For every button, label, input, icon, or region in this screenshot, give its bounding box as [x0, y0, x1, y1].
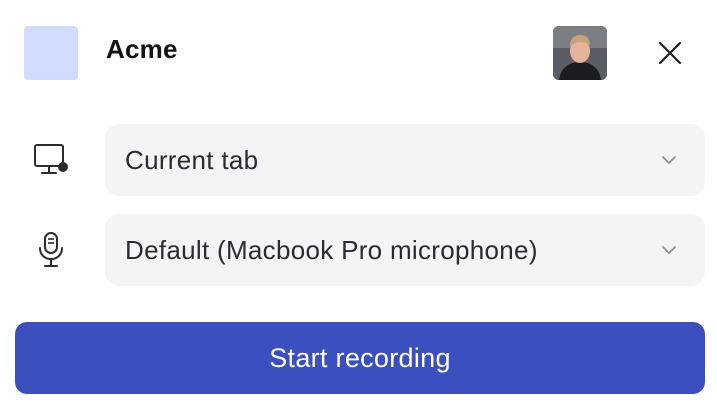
source-row: Current tab — [0, 124, 717, 196]
panel-header: Acme — [0, 0, 717, 104]
source-selected-value: Current tab — [125, 144, 259, 175]
chevron-down-icon — [662, 246, 676, 254]
brand-name: Acme — [106, 34, 178, 64]
recording-panel: Acme Current tab Default (Macbook Pro mi… — [0, 0, 717, 407]
monitor-icon — [28, 137, 74, 183]
avatar[interactable] — [553, 26, 607, 80]
microphone-selected-value: Default (Macbook Pro microphone) — [125, 234, 538, 265]
microphone-icon — [28, 227, 74, 273]
chevron-down-icon — [662, 156, 676, 164]
start-recording-button[interactable]: Start recording — [15, 322, 705, 394]
close-button[interactable] — [650, 33, 690, 73]
brand-logo — [24, 26, 78, 80]
user-avatar-icon — [553, 26, 607, 80]
microphone-select[interactable]: Default (Macbook Pro microphone) — [105, 214, 705, 286]
start-recording-label: Start recording — [269, 342, 451, 373]
source-select[interactable]: Current tab — [105, 124, 705, 196]
close-icon — [658, 41, 682, 65]
microphone-row: Default (Macbook Pro microphone) — [0, 214, 717, 286]
